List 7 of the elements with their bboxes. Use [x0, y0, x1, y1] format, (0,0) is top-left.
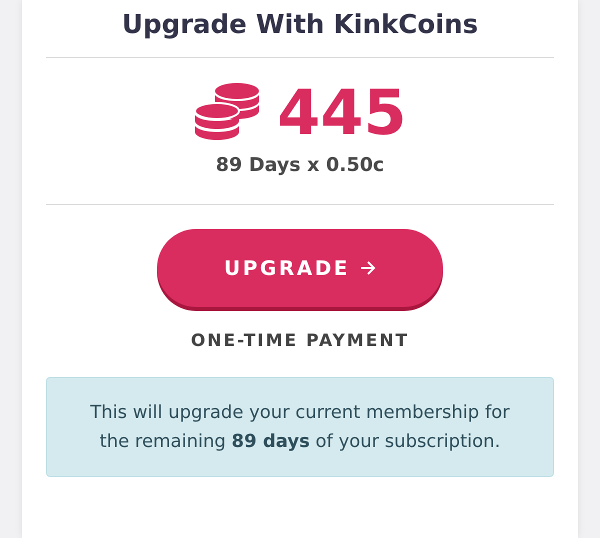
coin-amount: 445: [277, 78, 407, 148]
info-message: This will upgrade your current membership for the remaining 89 days of your subscription.: [46, 377, 554, 477]
payment-note: ONE-TIME PAYMENT: [190, 331, 410, 351]
arrow-icon: [360, 261, 376, 275]
card-title: Upgrade With KinkCoins: [46, 0, 554, 58]
price-detail: 89 Days x 0.50c: [214, 154, 386, 176]
upgrade-button[interactable]: UPGRADE: [157, 229, 443, 307]
